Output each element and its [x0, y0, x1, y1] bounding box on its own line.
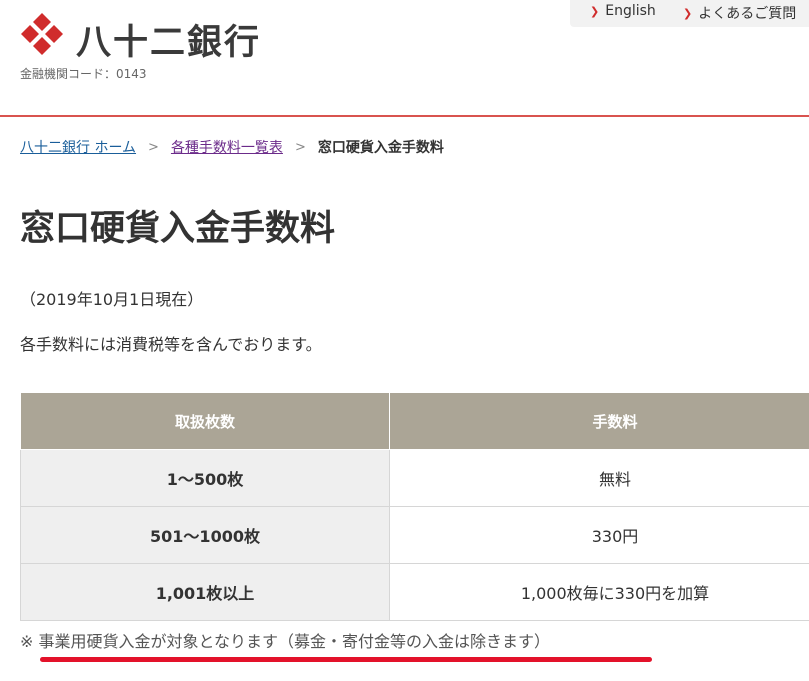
page-title: 窓口硬貨入金手数料 — [20, 209, 336, 249]
footnote: ※ 事業用硬貨入金が対象となります（募金・寄付金等の入金は除きます） — [20, 632, 551, 651]
table-row: 1～500枚 無料 — [20, 449, 809, 507]
header-divider — [0, 115, 809, 117]
bank-logo-mark-icon — [21, 13, 63, 55]
fee-table: 取扱枚数 手数料 1～500枚 無料 501～1000枚 330円 1,001枚… — [20, 392, 809, 621]
fee-cell: 無料 — [389, 449, 809, 507]
quantity-cell: 501～1000枚 — [20, 506, 390, 564]
english-link[interactable]: ❯ English — [590, 3, 656, 19]
faq-link[interactable]: ❯ よくあるご質問 — [683, 3, 796, 23]
bank-logo-text: 八十二銀行 — [76, 23, 262, 63]
fee-cell: 1,000枚毎に330円を加算 — [389, 563, 809, 621]
chevron-right-icon: > — [294, 139, 306, 155]
breadcrumb: 八十二銀行 ホーム > 各種手数料一覧表 > 窓口硬貨入金手数料 — [20, 137, 444, 157]
top-utility-nav: ❯ English ❯ よくあるご質問 — [570, 0, 809, 27]
breadcrumb-fee-list-link[interactable]: 各種手数料一覧表 — [171, 137, 283, 157]
effective-date-note: （2019年10月1日現在） — [20, 290, 204, 309]
breadcrumb-home-link[interactable]: 八十二銀行 ホーム — [20, 137, 136, 157]
table-row: 1,001枚以上 1,000枚毎に330円を加算 — [20, 563, 809, 621]
bank-code: 金融機関コード：0143 — [20, 67, 147, 81]
column-header-quantity: 取扱枚数 — [20, 392, 390, 450]
column-header-fee: 手数料 — [389, 392, 809, 450]
tax-note: 各手数料には消費税等を含んでおります。 — [20, 335, 322, 354]
chevron-right-icon: > — [148, 139, 159, 155]
table-row: 501～1000枚 330円 — [20, 506, 809, 564]
fee-cell: 330円 — [389, 506, 809, 564]
chevron-right-icon: ❯ — [683, 6, 693, 20]
faq-link-label: よくあるご質問 — [698, 6, 797, 22]
highlight-underline — [40, 657, 652, 662]
quantity-cell: 1,001枚以上 — [20, 563, 390, 621]
table-header-row: 取扱枚数 手数料 — [20, 392, 809, 450]
quantity-cell: 1～500枚 — [20, 449, 390, 507]
chevron-right-icon: ❯ — [590, 4, 600, 18]
breadcrumb-current: 窓口硬貨入金手数料 — [317, 140, 444, 156]
english-link-label: English — [605, 3, 656, 19]
